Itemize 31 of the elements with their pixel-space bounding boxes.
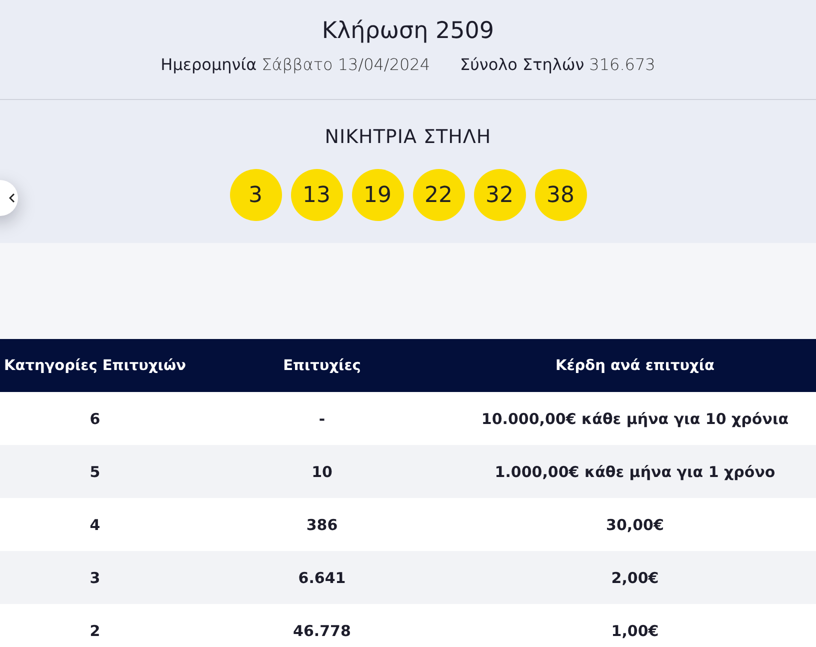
column-header: Κέρδη ανά επιτυχία xyxy=(554,358,716,374)
chevron-left-icon xyxy=(9,193,15,203)
section-heading: ΝΙΚΗΤΡΙΑ ΣΤΗΛΗ xyxy=(324,126,492,148)
draw-title: Κλήρωση 2509 xyxy=(322,17,494,46)
table-cell-text: 1,00€ xyxy=(610,622,660,640)
table-cell-text: 6.641 xyxy=(297,568,347,586)
number-ball: 32 xyxy=(474,169,526,221)
table-cell-text: 6 xyxy=(88,410,102,428)
meta-value: Σάββατο 13/04/2024 xyxy=(262,55,430,74)
table-cell-text: 1.000,00€ κάθε μήνα για 1 χρόνο xyxy=(494,462,776,480)
number-ball: 19 xyxy=(352,169,404,221)
meta-value: 316.673 xyxy=(589,55,656,74)
table-cell-text: 386 xyxy=(305,516,339,534)
table-cell-text: 10 xyxy=(310,462,334,480)
table-cell-text: 10.000,00€ κάθε μήνα για 10 χρόνια xyxy=(480,410,790,428)
meta-label: Σύνολο Στηλών xyxy=(460,55,584,74)
table-cell-text: - xyxy=(318,410,326,428)
column-header: Κατηγορίες Επιτυχιών xyxy=(3,358,187,374)
number-ball: 38 xyxy=(534,169,586,221)
table-cell-text: 2,00€ xyxy=(610,568,660,586)
number-ball: 22 xyxy=(412,169,464,221)
column-header: Επιτυχίες xyxy=(282,358,362,374)
number-ball: 13 xyxy=(290,169,342,221)
table-cell-text: 30,00€ xyxy=(605,516,665,534)
number-ball: 3 xyxy=(230,169,282,221)
table-cell-text: 2 xyxy=(88,622,102,640)
table-cell-text: 46.778 xyxy=(292,622,352,640)
meta-label: Ημερομηνία xyxy=(160,55,257,74)
table-cell-text: 3 xyxy=(88,568,102,586)
table-cell-text: 5 xyxy=(88,462,102,480)
table-cell-text: 4 xyxy=(88,516,102,534)
